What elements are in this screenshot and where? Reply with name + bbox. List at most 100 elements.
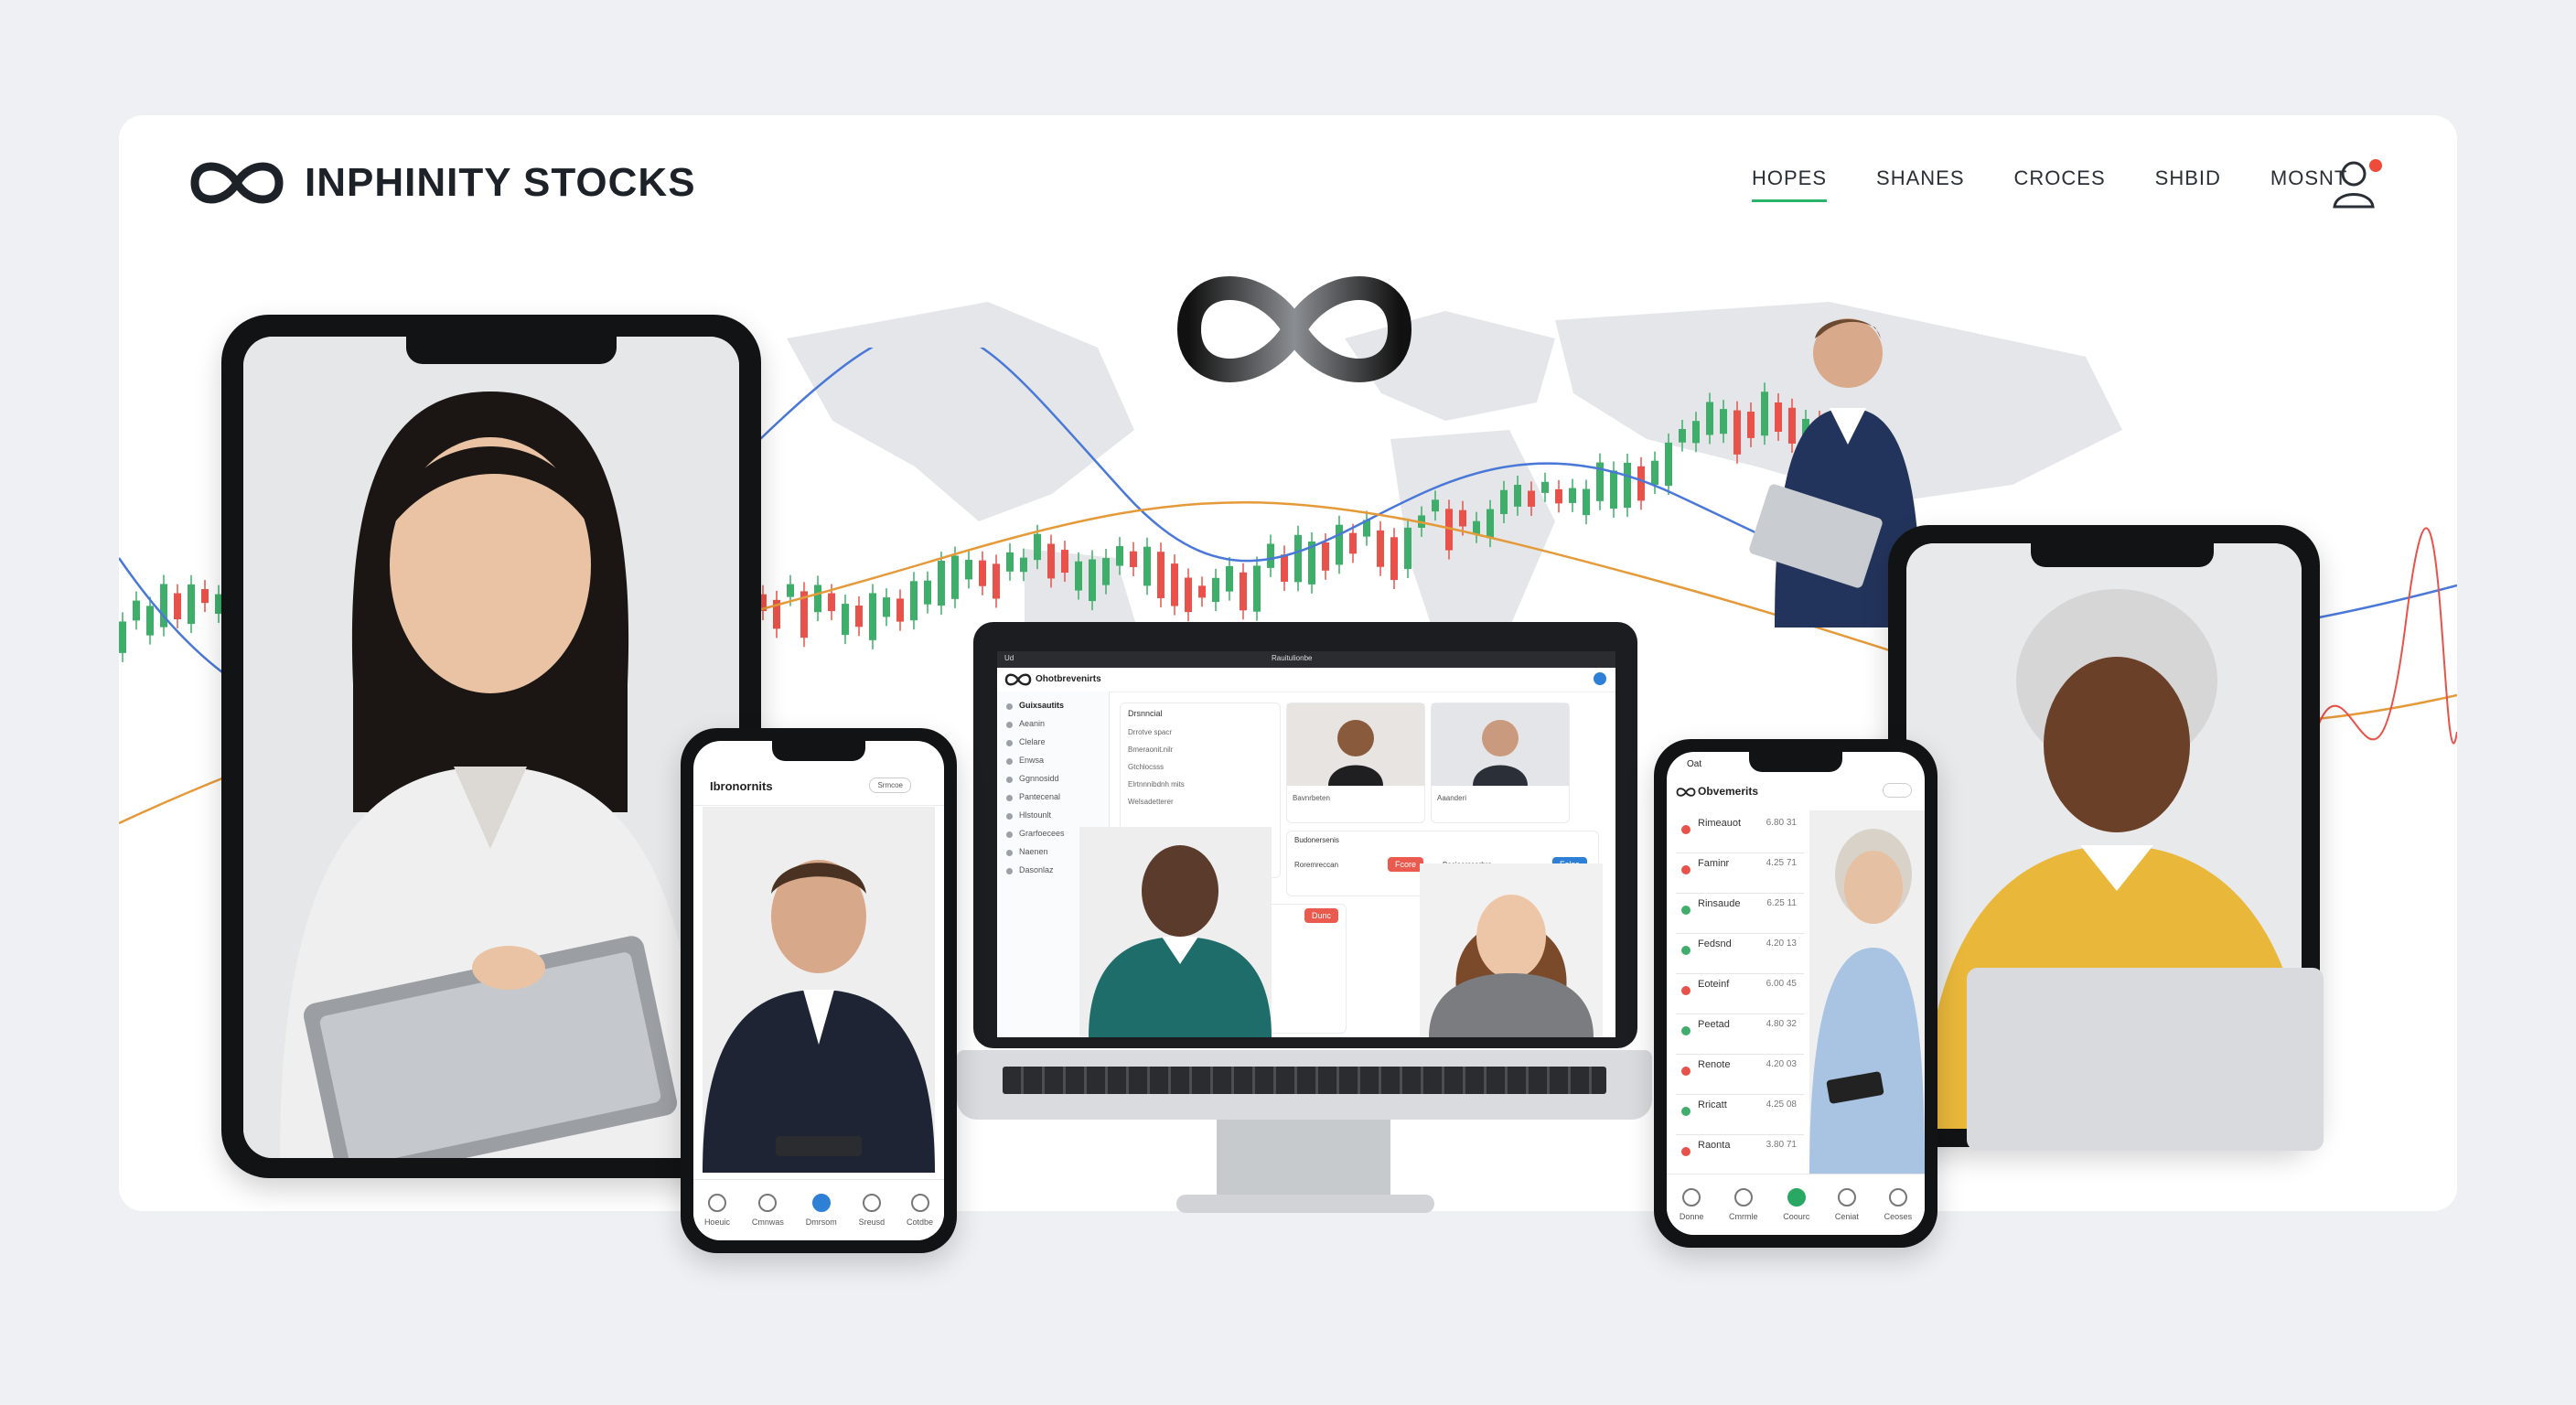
candle-body [1377, 530, 1384, 567]
sidebar-item[interactable]: Guixsautits [997, 692, 1109, 710]
list-item[interactable]: Rimeauot 6.80 31 [1676, 810, 1804, 853]
candle-body [869, 593, 876, 640]
section-label: Roremreccan [1294, 861, 1339, 869]
trend-line-red [2295, 527, 2457, 824]
tab-profile[interactable]: Cotdbe [907, 1194, 933, 1227]
news-icon [862, 1194, 881, 1212]
candle-body [1089, 559, 1096, 602]
tab-news[interactable]: Sreusd [859, 1194, 885, 1227]
sidebar-item[interactable]: Enwsa [997, 746, 1109, 765]
candle-body [1130, 551, 1137, 568]
tab-news[interactable]: Ceniat [1835, 1188, 1859, 1221]
laptop-brand: Ohotbrevenirts [1036, 674, 1101, 684]
sidebar-item[interactable]: Aeanin [997, 710, 1109, 728]
candle-body [1116, 546, 1123, 566]
news-icon [1837, 1188, 1856, 1207]
list-item[interactable]: Faminr 4.25 71 [1676, 851, 1804, 894]
card-label: Aaanderi [1437, 794, 1467, 802]
candle-body [1102, 558, 1110, 585]
candle-body [1212, 577, 1219, 603]
laptop-video-card-1[interactable]: Bavnrbeten [1286, 702, 1425, 823]
list-item[interactable]: Rinsaude 6.25 11 [1676, 891, 1804, 934]
main-nav: HOPES SHANES CROCES SHBID MOSNT [1752, 166, 2397, 202]
candle-body [1185, 577, 1192, 613]
candle-body [1624, 462, 1631, 509]
laptop-url[interactable]: Rauitulionbe [1272, 654, 1312, 662]
candle-body [814, 585, 821, 613]
sidebar-item[interactable]: Clelare [997, 728, 1109, 746]
nav-item-hopes[interactable]: HOPES [1752, 166, 1828, 202]
candle-body [1143, 546, 1151, 586]
candle-body [1020, 557, 1027, 573]
candle-body [1651, 460, 1658, 486]
nav-item-croces[interactable]: CROCES [2014, 166, 2106, 202]
list-item[interactable]: Eoteinf 6.00 45 [1676, 971, 1804, 1014]
avatar [1287, 703, 1424, 786]
list-item[interactable]: Rricatt 4.25 08 [1676, 1092, 1804, 1135]
chart-icon [1733, 1188, 1753, 1207]
candle-body [1473, 520, 1480, 534]
candle-body [1514, 485, 1521, 507]
man-in-suit-photo [703, 807, 935, 1173]
candle-body [133, 600, 140, 621]
sidebar-item[interactable]: Pantecenal [997, 783, 1109, 801]
tab-home[interactable]: Donne [1680, 1188, 1703, 1221]
candle-body [1226, 565, 1233, 592]
brand-name: Obvemerits [1698, 785, 1759, 798]
tab-trade[interactable]: Coourc [1783, 1188, 1809, 1221]
candle-body [1706, 402, 1713, 435]
nav-item-shanes[interactable]: SHANES [1876, 166, 1964, 202]
home-icon [707, 1194, 726, 1212]
tablet-left-notch [406, 337, 617, 364]
list-item[interactable]: Fedsnd 4.20 13 [1676, 931, 1804, 974]
man-in-sweater-photo [1079, 827, 1272, 1037]
laptop-video-card-2[interactable]: Aaanderi [1431, 702, 1570, 823]
candle-body [1637, 466, 1645, 501]
avatar [1432, 703, 1569, 786]
tab-markets[interactable]: Cmrmle [1729, 1188, 1758, 1221]
candle-body [787, 584, 794, 597]
laptop-screen: Ud Rauitulionbe Ohotbrevenirts Guixsauti… [997, 651, 1615, 1037]
phone-left-tabbar: Hoeuic Cmnwas Dmrsom Sreusd Cotdbe [693, 1179, 944, 1240]
laptop-stand-foot [1176, 1195, 1434, 1213]
nav-item-shbid[interactable]: SHBID [2155, 166, 2221, 202]
tablet-left-screen [243, 337, 739, 1158]
header-button[interactable] [1883, 783, 1912, 798]
phone-right-notch [1749, 752, 1842, 772]
sidebar-item[interactable]: Hlstounlt [997, 801, 1109, 820]
card-label: Bavnrbeten [1293, 794, 1330, 802]
candle-body [1404, 527, 1411, 570]
phone-left-notch [772, 741, 865, 761]
candle-body [1500, 489, 1508, 514]
list-action-button[interactable]: Dunc [1304, 908, 1338, 923]
tab-profile[interactable]: Ceoses [1884, 1188, 1912, 1221]
tab-trade[interactable]: Dmrsom [806, 1194, 837, 1227]
list-item[interactable]: Peetad 4.80 32 [1676, 1012, 1804, 1055]
watchlist: Rimeauot 6.80 31 Faminr 4.25 71 Rinsaude 6.… [1667, 810, 1813, 1176]
panel-row: Gtchlocsss [1128, 763, 1165, 771]
sidebar-item[interactable]: Ggnnosidd [997, 765, 1109, 783]
user-account-button[interactable] [2331, 157, 2382, 209]
candle-body [1583, 488, 1590, 516]
infinity-icon [1676, 788, 1696, 797]
tab-home[interactable]: Hoeuic [704, 1194, 730, 1227]
infinity-icon [1004, 673, 1032, 686]
header-button[interactable]: Srmcoe [869, 778, 911, 793]
sell-button[interactable]: Fcore [1388, 857, 1424, 872]
phone-left-screen: Ibronornits Srmcoe Hoeuic Cmnwas Dmrsom … [693, 741, 944, 1240]
candle-body [1034, 533, 1041, 561]
list-item[interactable]: Raonta 3.80 71 [1676, 1132, 1804, 1175]
brand[interactable]: INPHINITY STOCKS [188, 156, 696, 210]
panel-row: Welsadetterer [1128, 798, 1174, 806]
tab-markets[interactable]: Cmnwas [752, 1194, 784, 1227]
list-item[interactable]: Renote 4.20 03 [1676, 1052, 1804, 1095]
laptop-app-header: Ohotbrevenirts [997, 668, 1615, 692]
candle-body [1528, 490, 1535, 507]
profile-icon [1888, 1188, 1907, 1207]
candle-body [1555, 488, 1562, 504]
laptop-tab[interactable]: Ud [1004, 654, 1014, 662]
candle-body [855, 606, 863, 627]
candle-body [1171, 563, 1178, 606]
candle-body [896, 598, 904, 622]
laptop-settings-icon[interactable] [1594, 672, 1606, 685]
